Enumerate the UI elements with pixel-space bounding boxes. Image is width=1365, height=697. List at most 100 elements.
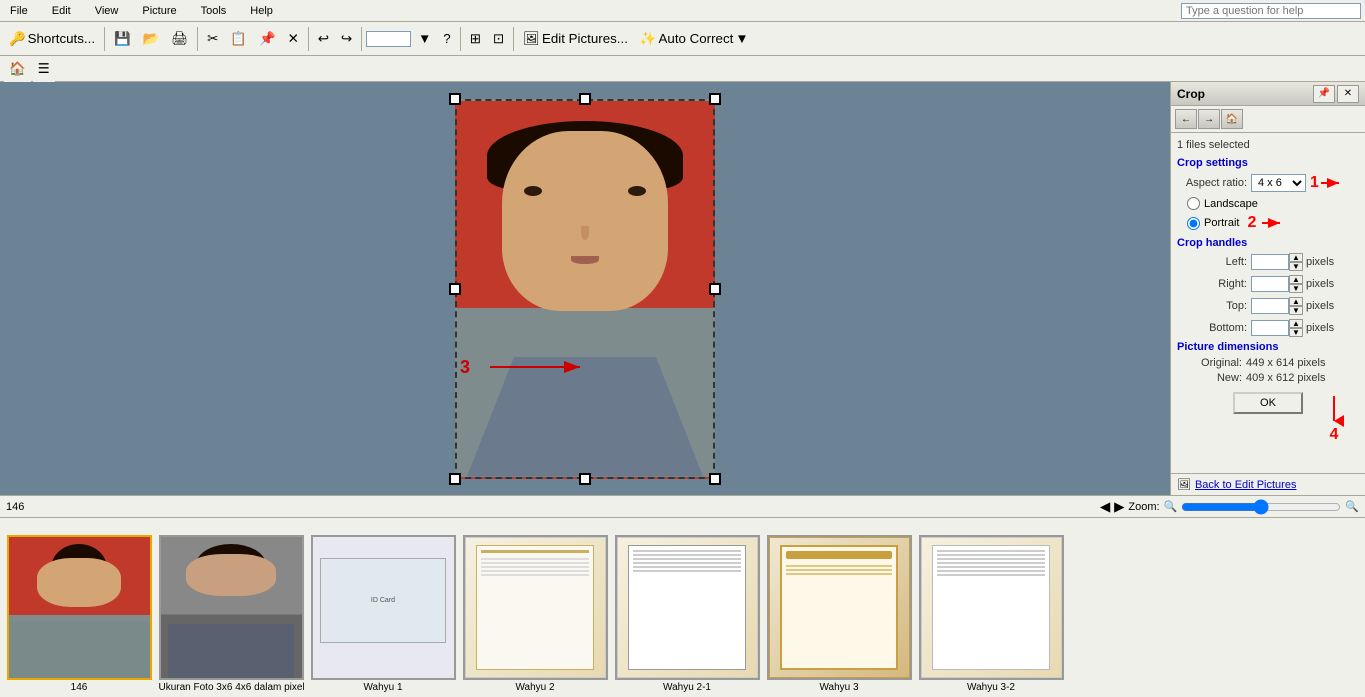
toolbar2-btn2[interactable]: ☰ — [33, 56, 55, 82]
zoom-plus-icon: 🔍 — [1345, 500, 1359, 513]
thumbnail-7[interactable]: Wahyu 3-2 — [916, 535, 1066, 693]
file-number: 146 — [6, 501, 24, 513]
crop-handle-top-right[interactable] — [709, 93, 721, 105]
top-spin-up[interactable]: ▲ — [1289, 297, 1303, 306]
thumb-4-wrapper — [463, 535, 608, 680]
panel-pin-button[interactable]: 📌 — [1313, 85, 1335, 103]
zoom-slider[interactable] — [1181, 499, 1341, 515]
menu-edit[interactable]: Edit — [46, 3, 77, 19]
zoom-input[interactable]: 61% — [366, 31, 411, 47]
paste-button[interactable]: 📌 — [254, 26, 281, 52]
bottom-spin-up[interactable]: ▲ — [1289, 319, 1303, 328]
thumb-5-label: Wahyu 2-1 — [663, 682, 711, 693]
panel-close-button[interactable]: ✕ — [1337, 85, 1359, 103]
scroll-right-button[interactable]: ▶ — [1114, 499, 1124, 515]
paste-icon: 📌 — [259, 31, 276, 47]
top-input[interactable]: 1 — [1251, 298, 1289, 314]
toolbar-separator-5 — [460, 27, 461, 51]
landscape-label: Landscape — [1204, 198, 1258, 210]
thumbnail-3[interactable]: ID Card Wahyu 1 — [308, 535, 458, 693]
crop-handle-top-left[interactable] — [449, 93, 461, 105]
delete-icon: ✕ — [288, 31, 299, 47]
menu-help[interactable]: Help — [244, 3, 279, 19]
back-to-edit-pictures[interactable]: 🖼 Back to Edit Pictures — [1171, 473, 1365, 495]
top-spin-down[interactable]: ▼ — [1289, 306, 1303, 315]
copy-button[interactable]: 📋 — [225, 26, 252, 52]
help-button[interactable]: ? — [438, 26, 455, 52]
right-spin-down[interactable]: ▼ — [1289, 284, 1303, 293]
zoom-minus-icon: 🔍 — [1164, 500, 1178, 513]
save-button[interactable]: 💾 — [109, 26, 136, 52]
image-container — [455, 99, 715, 479]
crop-handle-top-center[interactable] — [579, 93, 591, 105]
left-unit: pixels — [1306, 256, 1334, 268]
cut-button[interactable]: ✂ — [202, 26, 223, 52]
thumb-5-bg — [617, 537, 758, 678]
left-spin-up[interactable]: ▲ — [1289, 253, 1303, 262]
menu-file[interactable]: File — [4, 3, 34, 19]
thumb-1-bg — [9, 537, 150, 678]
thumbnail-1[interactable]: 146 — [4, 535, 154, 693]
picture-dimensions-title: Picture dimensions — [1177, 341, 1359, 353]
crop-handle-bottom-right[interactable] — [709, 473, 721, 485]
nav-back-icon[interactable]: ← — [1175, 109, 1197, 129]
undo-icon: ↩ — [318, 31, 329, 47]
bottom-input[interactable]: 1 — [1251, 320, 1289, 336]
scroll-left-button[interactable]: ◀ — [1100, 499, 1110, 515]
aspect-ratio-select[interactable]: 4 x 6 3 x 5 5 x 7 — [1251, 174, 1306, 192]
shortcuts-label: Shortcuts... — [28, 31, 95, 46]
thumbnail-4[interactable]: Wahyu 2 — [460, 535, 610, 693]
edit-pictures-button[interactable]: 🖼 Edit Pictures... — [518, 26, 633, 52]
zoom-actual-button[interactable]: ⊡ — [488, 26, 509, 52]
left-spinbox-arrows: ▲ ▼ — [1289, 253, 1303, 271]
thumbnail-2[interactable]: Ukuran Foto 3x6 4x6 dalam pixel — [156, 535, 306, 693]
annotation-1: 1 — [1310, 174, 1319, 192]
delete-button[interactable]: ✕ — [283, 26, 304, 52]
undo-button[interactable]: ↩ — [313, 26, 334, 52]
top-row: Top: 1 ▲ ▼ pixels — [1177, 297, 1359, 315]
nav-forward-icon[interactable]: → — [1198, 109, 1220, 129]
ok-button[interactable]: OK — [1233, 392, 1303, 414]
toolbar2-btn1[interactable]: 🏠 — [4, 56, 31, 82]
print-button[interactable]: 🖨 — [166, 26, 193, 52]
annotation-4-number: 4 — [1330, 426, 1339, 444]
right-spin-up[interactable]: ▲ — [1289, 275, 1303, 284]
crop-handle-bottom-center[interactable] — [579, 473, 591, 485]
menu-view[interactable]: View — [89, 3, 125, 19]
open-button[interactable]: 📂 — [138, 26, 165, 52]
panel-content: 1 files selected Crop settings Aspect ra… — [1171, 133, 1365, 473]
toolbar-separator-1 — [104, 27, 105, 51]
left-spin-down[interactable]: ▼ — [1289, 262, 1303, 271]
annotation-4: 4 — [1319, 396, 1349, 444]
top-label: Top: — [1177, 300, 1247, 312]
auto-correct-button[interactable]: ✨ Auto Correct ▼ — [635, 26, 754, 52]
bottom-label: Bottom: — [1177, 322, 1247, 334]
right-input[interactable]: 20 — [1251, 276, 1289, 292]
landscape-radio[interactable] — [1187, 197, 1200, 210]
help-search-input[interactable] — [1181, 3, 1361, 19]
left-input[interactable]: 20 — [1251, 254, 1289, 270]
nav-home-icon[interactable]: 🏠 — [1221, 109, 1243, 129]
thumbnail-5[interactable]: Wahyu 2-1 — [612, 535, 762, 693]
panel-header: Crop 📌 ✕ — [1171, 82, 1365, 106]
zoom-dropdown[interactable]: ▼ — [413, 26, 436, 52]
redo-button[interactable]: ↪ — [336, 26, 357, 52]
print-icon: 🖨 — [171, 31, 188, 47]
thumb-7-label: Wahyu 3-2 — [967, 682, 1015, 693]
crop-handle-bottom-left[interactable] — [449, 473, 461, 485]
shortcuts-button[interactable]: 🔑 Shortcuts... — [4, 26, 100, 52]
thumb-2-wrapper — [159, 535, 304, 680]
menu-tools[interactable]: Tools — [195, 3, 233, 19]
zoom-fit-button[interactable]: ⊞ — [465, 26, 486, 52]
left-spinbox: 20 ▲ ▼ — [1251, 253, 1303, 271]
thumb-6-bg — [769, 537, 910, 678]
menu-picture[interactable]: Picture — [136, 3, 182, 19]
annotation-4-arrow — [1319, 396, 1349, 426]
bottom-spin-down[interactable]: ▼ — [1289, 328, 1303, 337]
right-spinbox: 20 ▲ ▼ — [1251, 275, 1303, 293]
thumbnail-6[interactable]: Wahyu 3 — [764, 535, 914, 693]
crop-handle-middle-left[interactable] — [449, 283, 461, 295]
portrait-radio[interactable] — [1187, 217, 1200, 230]
crop-handle-middle-right[interactable] — [709, 283, 721, 295]
home-icon: 🏠 — [9, 61, 26, 77]
